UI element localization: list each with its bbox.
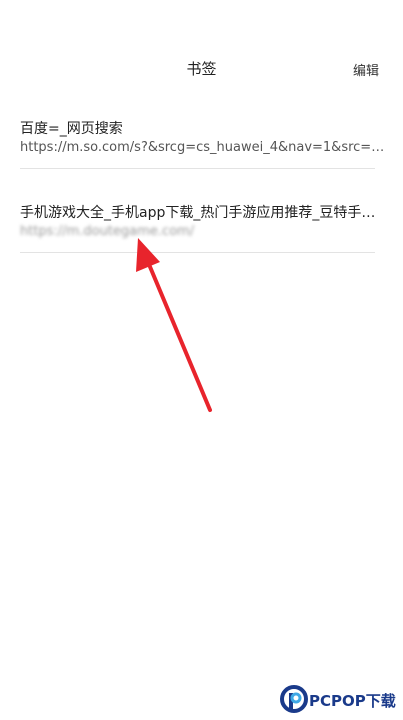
divider [20, 168, 375, 169]
bookmark-item[interactable]: 手机游戏大全_手机app下载_热门手游应用推荐_豆特手游网 https://m.… [0, 196, 403, 280]
watermark-text: PCPOP下载 [309, 692, 396, 710]
bookmark-url: https://m.so.com/s?&srcg=cs_huawei_4&nav… [20, 140, 386, 155]
watermark: PCPOP下载 [279, 684, 403, 720]
bookmark-url: https://m.doutegame.com/ [20, 224, 195, 239]
top-bar: 书签 编辑 [0, 0, 403, 110]
bookmark-list: 百度=_网页搜索 https://m.so.com/s?&srcg=cs_hua… [0, 112, 403, 280]
bookmark-title: 手机游戏大全_手机app下载_热门手游应用推荐_豆特手游网 [20, 205, 386, 221]
arrow-shaft [146, 260, 212, 412]
bookmark-title: 百度=_网页搜索 [20, 121, 123, 137]
pcpop-logo-icon [280, 685, 308, 713]
edit-button[interactable]: 编辑 [353, 60, 379, 79]
bookmark-item[interactable]: 百度=_网页搜索 https://m.so.com/s?&srcg=cs_hua… [0, 112, 403, 196]
divider [20, 252, 375, 253]
page-title: 书签 [186, 60, 217, 78]
